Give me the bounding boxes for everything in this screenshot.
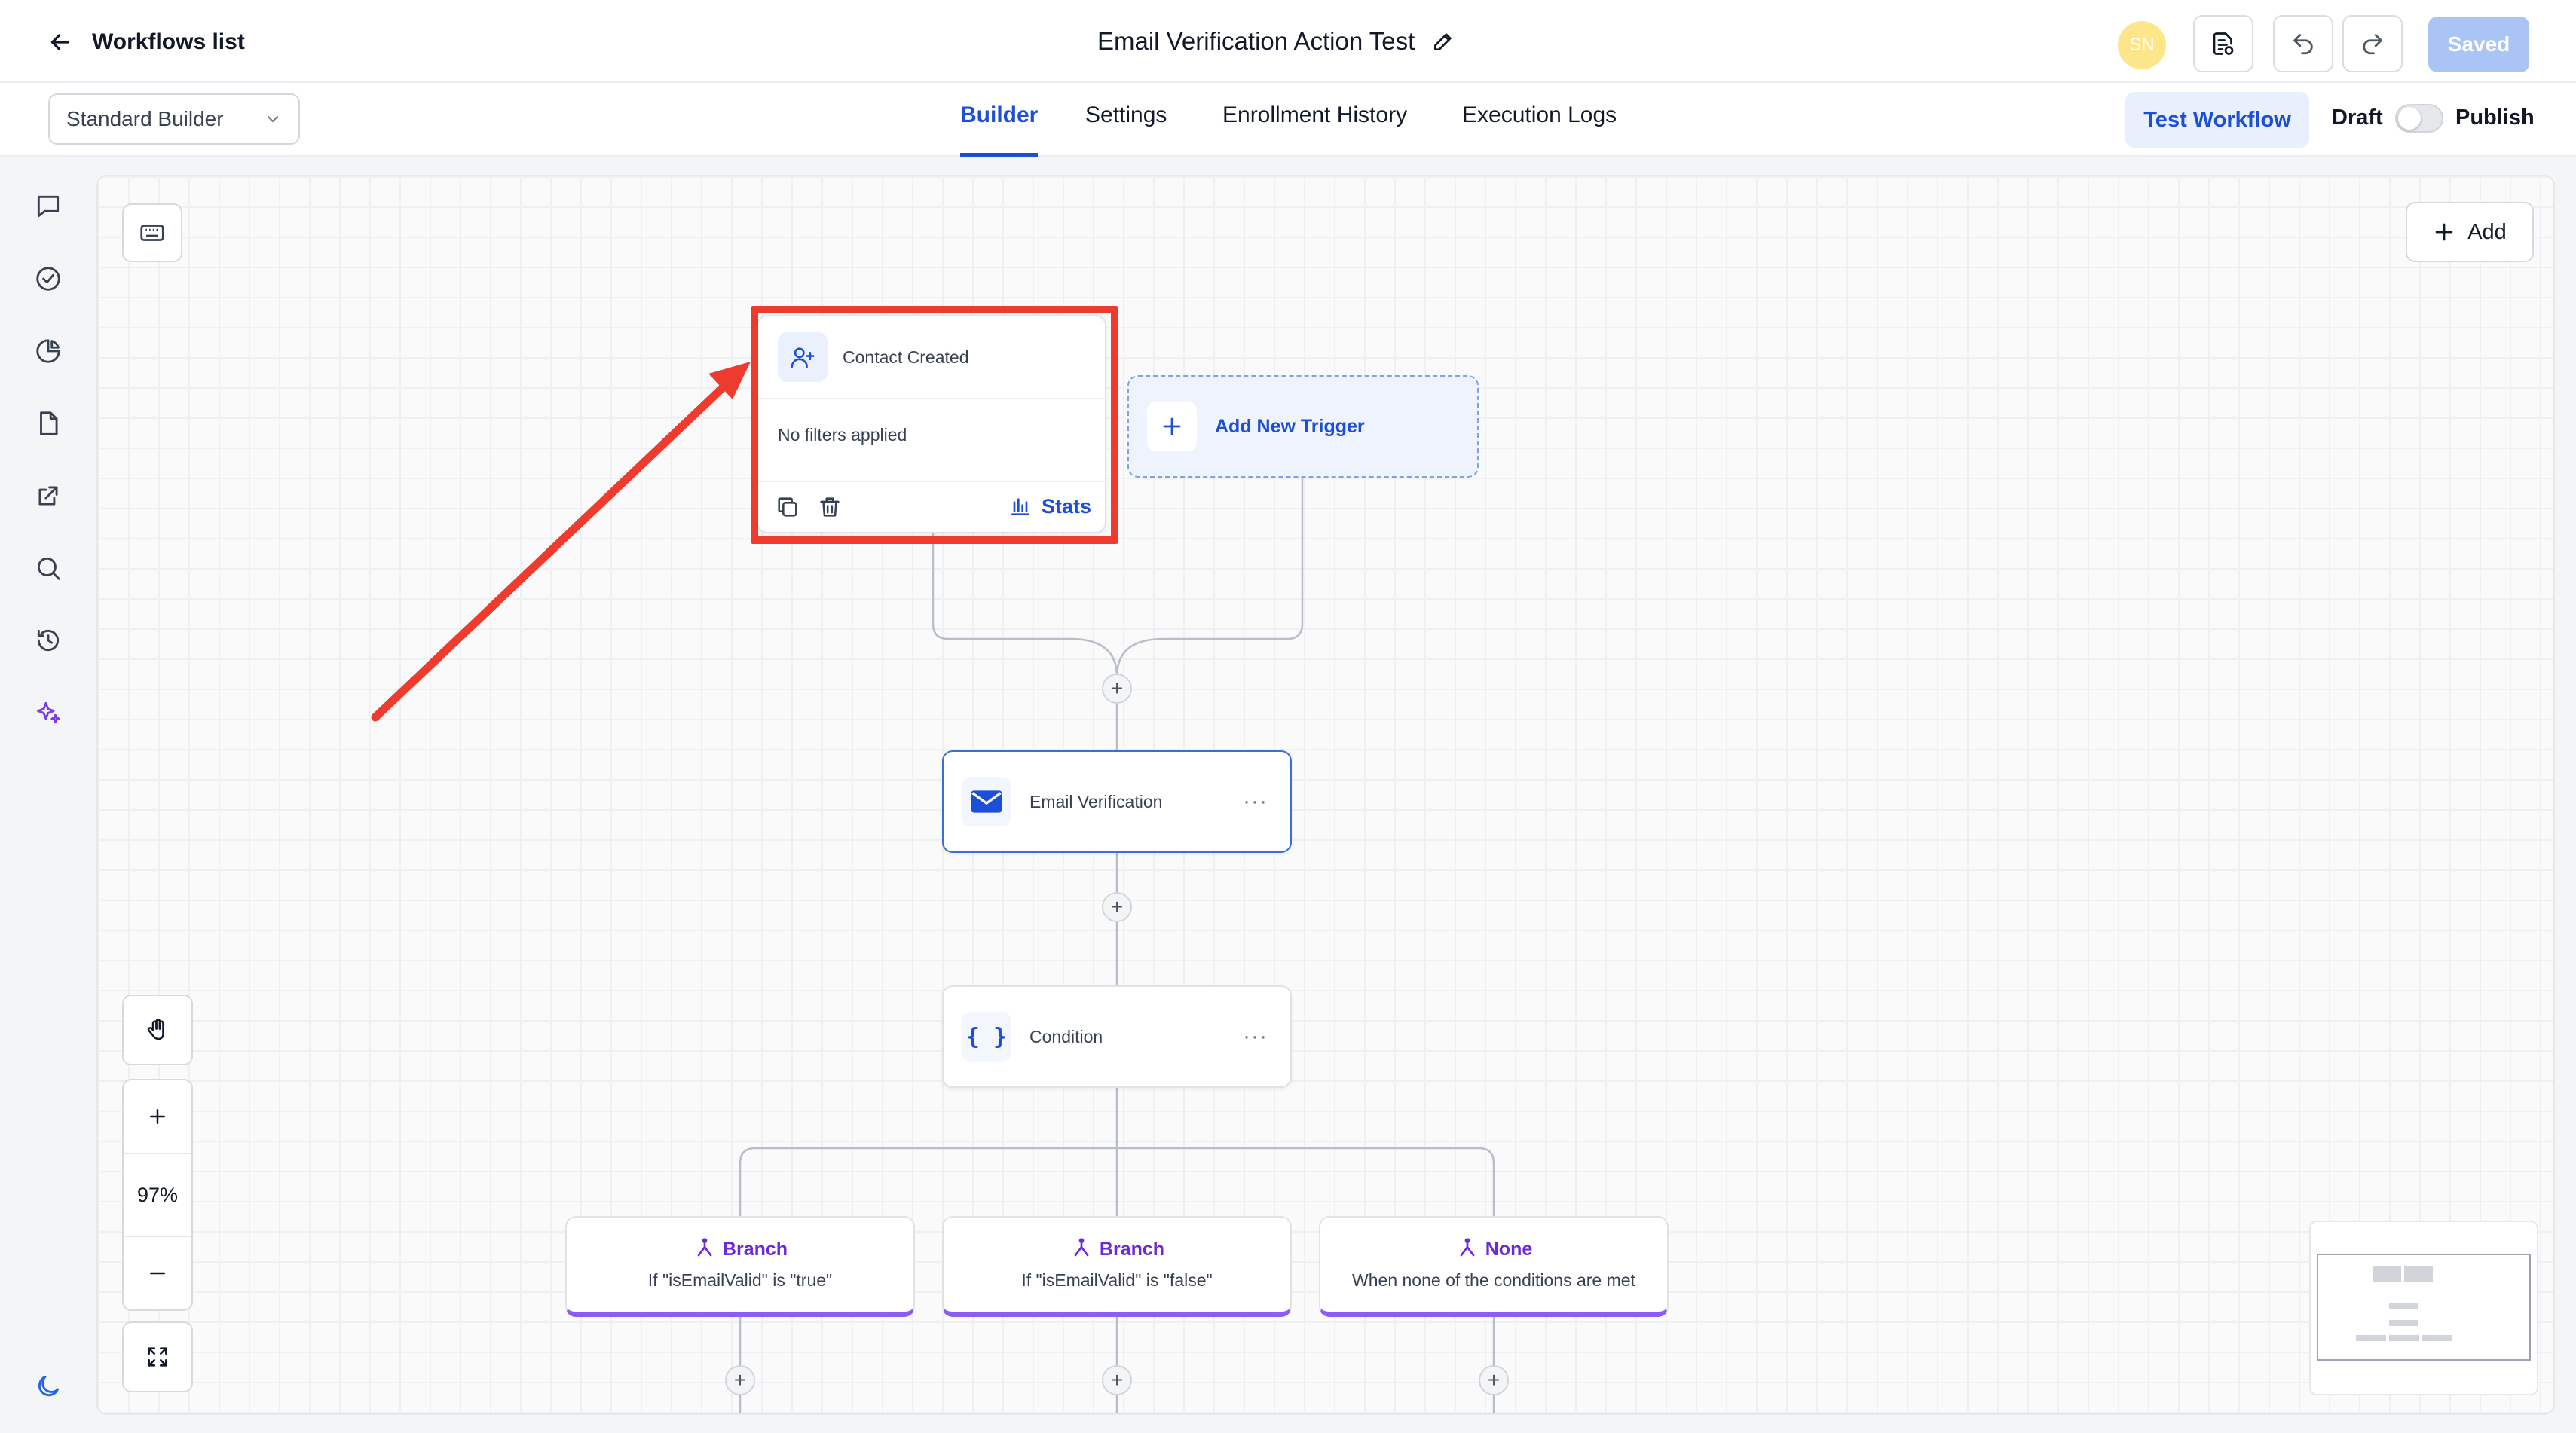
builder-select-value: Standard Builder xyxy=(66,107,224,130)
back-label: Workflows list xyxy=(92,29,245,54)
highlight-box xyxy=(751,306,1118,544)
add-new-trigger-button[interactable]: Add New Trigger xyxy=(1127,375,1479,478)
publish-toggle[interactable] xyxy=(2395,104,2443,133)
add-step-button[interactable]: + xyxy=(1479,1365,1509,1395)
zoom-level: 97% xyxy=(136,1183,179,1206)
pan-tool-button[interactable] xyxy=(122,995,193,1065)
keyboard-icon xyxy=(140,225,164,241)
saved-button[interactable]: Saved xyxy=(2428,17,2529,72)
branch-title: None xyxy=(1320,1237,1667,1261)
zoom-controls: 97% xyxy=(122,1079,193,1311)
action-label: Condition xyxy=(1029,1026,1103,1046)
minimap[interactable] xyxy=(2309,1221,2538,1395)
add-step-button[interactable]: + xyxy=(1102,1365,1132,1395)
sub-toolbar: Standard Builder Builder Settings Enroll… xyxy=(0,83,2576,157)
external-link-icon[interactable] xyxy=(30,478,66,514)
hand-icon xyxy=(147,1019,164,1040)
undo-icon xyxy=(2293,34,2313,55)
add-step-button[interactable]: + xyxy=(725,1365,755,1395)
zoom-out-button[interactable] xyxy=(124,1237,191,1309)
expand-icon xyxy=(148,1347,167,1367)
add-new-trigger-label: Add New Trigger xyxy=(1215,415,1365,437)
plus-icon xyxy=(1147,402,1197,451)
workflow-title-text: Email Verification Action Test xyxy=(1097,27,1415,55)
minus-icon xyxy=(150,1272,165,1275)
branch-node[interactable]: Branch If "isEmailValid" is "true" xyxy=(565,1216,915,1317)
action-node-condition[interactable]: { } Condition ··· xyxy=(942,985,1292,1088)
more-options-icon[interactable]: ··· xyxy=(1243,1024,1268,1050)
sparkles-icon[interactable] xyxy=(30,695,66,731)
branch-split-icon xyxy=(1460,1238,1475,1257)
branch-node[interactable]: Branch If "isEmailValid" is "false" xyxy=(942,1216,1292,1317)
history-icon[interactable] xyxy=(30,622,66,658)
undo-button[interactable] xyxy=(2273,15,2333,72)
search-icon[interactable] xyxy=(30,550,66,586)
branch-split-icon xyxy=(697,1238,712,1257)
keyboard-shortcuts-button[interactable] xyxy=(122,203,182,262)
left-rail xyxy=(0,157,96,1433)
plus-icon xyxy=(2435,223,2453,241)
zoom-in-button[interactable] xyxy=(124,1080,191,1153)
branch-subtitle: If "isEmailValid" is "true" xyxy=(647,1270,833,1290)
add-step-button[interactable]: + xyxy=(1102,892,1132,922)
user-avatar[interactable]: SN xyxy=(2118,21,2166,69)
tab-builder[interactable]: Builder xyxy=(960,102,1039,157)
plus-icon xyxy=(150,1109,165,1124)
tab-execution-logs[interactable]: Execution Logs xyxy=(1462,102,1617,157)
workflow-canvas[interactable]: Add Contact Created No filters applied S… xyxy=(96,175,2555,1415)
branch-split-icon xyxy=(1074,1238,1089,1257)
fit-view-button[interactable] xyxy=(122,1321,193,1392)
workflow-title: Email Verification Action Test xyxy=(1097,23,1455,60)
draft-label: Draft xyxy=(2332,105,2383,130)
arrow-left-icon xyxy=(50,34,70,50)
top-bar: Workflows list Email Verification Action… xyxy=(0,0,2576,83)
more-options-icon[interactable]: ··· xyxy=(1243,789,1268,814)
braces-icon: { } xyxy=(962,1012,1011,1062)
tab-enrollment-history[interactable]: Enrollment History xyxy=(1222,102,1407,157)
branch-title: Branch xyxy=(944,1237,1290,1261)
file-icon[interactable] xyxy=(30,405,66,442)
branch-title-text: Branch xyxy=(1099,1238,1165,1260)
redo-icon xyxy=(2363,34,2382,55)
add-node-button[interactable]: Add xyxy=(2406,202,2534,262)
branch-subtitle: When none of the conditions are met xyxy=(1352,1270,1635,1290)
action-label: Email Verification xyxy=(1029,791,1163,811)
branch-node-none[interactable]: None When none of the conditions are met xyxy=(1319,1216,1669,1317)
envelope-icon xyxy=(962,777,1011,826)
builder-type-select[interactable]: Standard Builder xyxy=(48,93,300,145)
chat-icon[interactable] xyxy=(30,188,66,225)
workflow-notes-button[interactable] xyxy=(2193,15,2253,72)
action-node-email-verification[interactable]: Email Verification ··· xyxy=(942,750,1292,853)
branch-title-text: Branch xyxy=(722,1238,788,1260)
document-check-icon xyxy=(2213,32,2234,55)
moon-icon[interactable] xyxy=(30,1368,66,1404)
branch-title-text: None xyxy=(1485,1238,1533,1260)
test-workflow-button[interactable]: Test Workflow xyxy=(2125,92,2309,148)
tab-settings[interactable]: Settings xyxy=(1085,102,1167,157)
back-to-workflows-link[interactable]: Workflows list xyxy=(47,24,245,60)
branch-subtitle: If "isEmailValid" is "false" xyxy=(1021,1270,1213,1290)
add-label: Add xyxy=(2467,219,2507,244)
chevron-down-icon xyxy=(268,116,278,123)
branch-title: Branch xyxy=(567,1237,913,1261)
redo-button[interactable] xyxy=(2342,15,2403,72)
pencil-edit-icon[interactable] xyxy=(1431,29,1455,53)
pie-chart-icon[interactable] xyxy=(30,333,66,369)
publish-label: Publish xyxy=(2455,105,2535,130)
check-circle-icon[interactable] xyxy=(30,261,66,297)
add-step-button[interactable]: + xyxy=(1102,674,1132,704)
